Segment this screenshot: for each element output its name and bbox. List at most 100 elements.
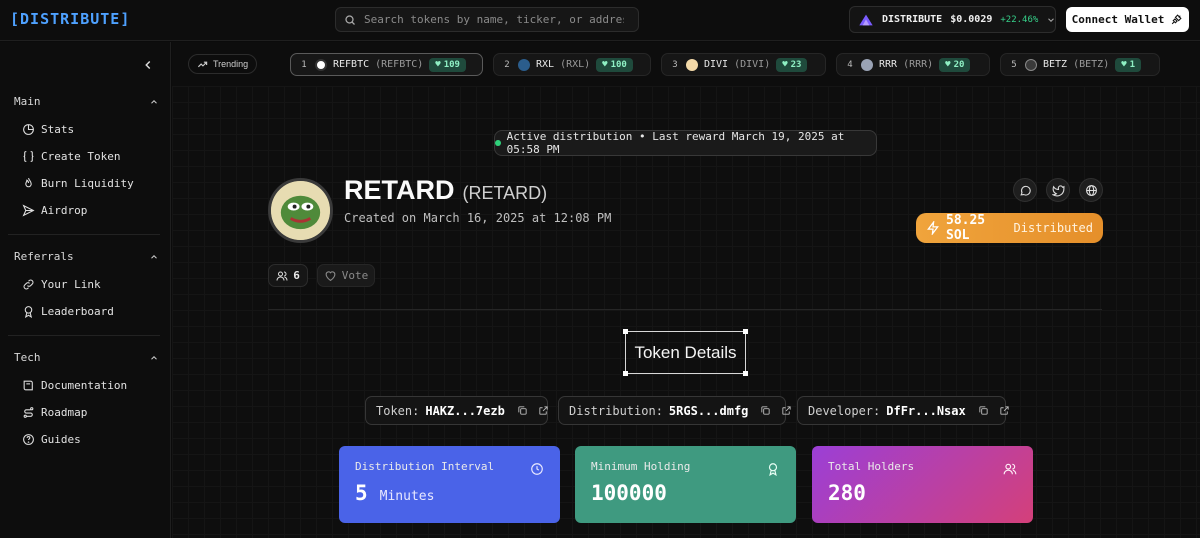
address-value: HAKZ...7ezb — [425, 403, 505, 418]
resize-handle[interactable] — [623, 329, 628, 334]
resize-handle[interactable] — [743, 329, 748, 334]
external-link-icon[interactable] — [781, 405, 792, 416]
external-link-icon[interactable] — [999, 405, 1010, 416]
heart-icon: ♥ — [602, 59, 608, 70]
sidebar-item-stats[interactable]: Stats — [22, 123, 74, 136]
holders-count: 6 — [293, 269, 300, 282]
connect-wallet-label: Connect Wallet — [1071, 13, 1165, 26]
price-pill[interactable]: DISTRIBUTE $0.0029 +22.46% — [849, 6, 1056, 33]
resize-handle[interactable] — [743, 371, 748, 376]
token-ticker: (RETARD) — [462, 183, 548, 203]
distribution-address: Distribution: 5RGS...dmfg — [558, 396, 792, 425]
copy-icon[interactable] — [517, 405, 528, 416]
section-main[interactable]: Main — [14, 95, 159, 108]
vote-button[interactable]: Vote — [317, 264, 375, 287]
website-button[interactable] — [1079, 178, 1103, 202]
search-box[interactable] — [335, 7, 639, 32]
status-text: Active distribution • Last reward March … — [506, 130, 845, 156]
copy-icon[interactable] — [760, 405, 771, 416]
sidebar-item-documentation[interactable]: Documentation — [22, 379, 127, 392]
award-icon — [766, 462, 780, 476]
card-value: 5 — [355, 481, 368, 505]
zap-icon — [926, 221, 940, 235]
card-unit: Minutes — [379, 489, 435, 504]
created-date: Created on March 16, 2025 at 12:08 PM — [344, 211, 612, 225]
card-value-row: 5 Minutes — [355, 481, 544, 505]
book-icon — [22, 379, 35, 392]
token-ticker: (DIVI) — [734, 59, 771, 70]
sidebar-item-roadmap[interactable]: Roadmap — [22, 406, 87, 419]
token-address: Token: HAKZ...7ezb — [365, 396, 548, 425]
sidebar-item-label: Stats — [41, 123, 75, 136]
sidebar-item-label: Documentation — [41, 379, 128, 392]
trending-token-3[interactable]: 3 DIVI (DIVI) ♥ 23 — [661, 53, 826, 76]
address-key: Developer: — [808, 403, 881, 418]
card-label: Total Holders — [828, 460, 915, 473]
section-referrals[interactable]: Referrals — [14, 250, 159, 263]
users-icon — [1003, 462, 1017, 476]
sidebar-item-your-link[interactable]: Your Link — [22, 278, 101, 291]
vote-count: 23 — [790, 59, 802, 70]
address-value: DfFr...Nsax — [886, 403, 966, 418]
section-tech[interactable]: Tech — [14, 351, 159, 364]
trending-bar: Trending 1 REFBTC (REFBTC) ♥ 109 2 RXL (R… — [172, 42, 1200, 86]
chat-icon — [1019, 184, 1032, 197]
trending-token-1[interactable]: 1 REFBTC (REFBTC) ♥ 109 — [290, 53, 483, 76]
token-ticker: (BETZ) — [1073, 59, 1110, 70]
sidebar-item-leaderboard[interactable]: Leaderboard — [22, 305, 114, 318]
divider — [8, 335, 160, 336]
token-logo-icon — [1025, 58, 1037, 71]
status-badge: Active distribution • Last reward March … — [494, 130, 877, 156]
heart-icon: ♥ — [782, 59, 788, 70]
token-rank: 2 — [504, 59, 510, 70]
sidebar-item-burn-liquidity[interactable]: Burn Liquidity — [22, 177, 134, 190]
sidebar-item-guides[interactable]: Guides — [22, 433, 81, 446]
token-name: BETZ — [1043, 59, 1068, 70]
price-token-name: DISTRIBUTE — [882, 14, 943, 25]
trending-token-4[interactable]: 4 RRR (RRR) ♥ 20 — [836, 53, 990, 76]
flame-icon — [22, 177, 35, 190]
token-rank: 4 — [847, 59, 853, 70]
sidebar: Main Stats Create Token Burn Liquidity A… — [0, 42, 171, 538]
external-link-icon[interactable] — [538, 405, 549, 416]
trending-token-2[interactable]: 2 RXL (RXL) ♥ 100 — [493, 53, 651, 76]
search-input[interactable] — [364, 13, 624, 26]
trending-up-icon — [197, 59, 208, 70]
section-title: Referrals — [14, 250, 74, 263]
trending-chip[interactable]: Trending — [188, 54, 258, 74]
token-avatar — [268, 178, 333, 243]
token-name: DIVI — [704, 59, 729, 70]
connect-wallet-button[interactable]: Connect Wallet — [1066, 7, 1189, 32]
address-key: Distribution: — [569, 403, 663, 418]
section-title: Tech — [14, 351, 41, 364]
logo[interactable]: [DISTRIBUTE] — [10, 10, 130, 28]
help-icon — [22, 433, 35, 446]
sidebar-item-create-token[interactable]: Create Token — [22, 150, 120, 163]
token-details-heading: Token Details — [623, 329, 748, 376]
resize-handle[interactable] — [623, 371, 628, 376]
distributed-badge: 58.25 SOL Distributed — [916, 213, 1103, 243]
vote-count: 100 — [610, 59, 627, 70]
sidebar-collapse-icon[interactable] — [141, 58, 155, 72]
sidebar-item-airdrop[interactable]: Airdrop — [22, 204, 87, 217]
sidebar-item-label: Airdrop — [41, 204, 88, 217]
send-icon — [22, 204, 35, 217]
token-name: RXL — [536, 59, 555, 70]
chevron-up-icon — [149, 97, 159, 107]
token-rank: 1 — [301, 59, 307, 70]
twitter-button[interactable] — [1046, 178, 1070, 202]
vote-count: 1 — [1129, 59, 1136, 70]
divider — [8, 234, 160, 235]
globe-icon — [1085, 184, 1098, 197]
link-icon — [22, 278, 35, 291]
sidebar-item-label: Leaderboard — [41, 305, 114, 318]
holders-button[interactable]: 6 — [268, 264, 308, 287]
card-value: 280 — [828, 481, 866, 505]
token-name: RETARD — [344, 175, 455, 205]
chat-button[interactable] — [1013, 178, 1037, 202]
trending-token-5[interactable]: 5 BETZ (BETZ) ♥ 1 — [1000, 53, 1160, 76]
vote-label: Vote — [341, 269, 369, 282]
copy-icon[interactable] — [978, 405, 989, 416]
users-icon — [276, 270, 288, 282]
vote-badge: ♥ 100 — [596, 57, 633, 72]
